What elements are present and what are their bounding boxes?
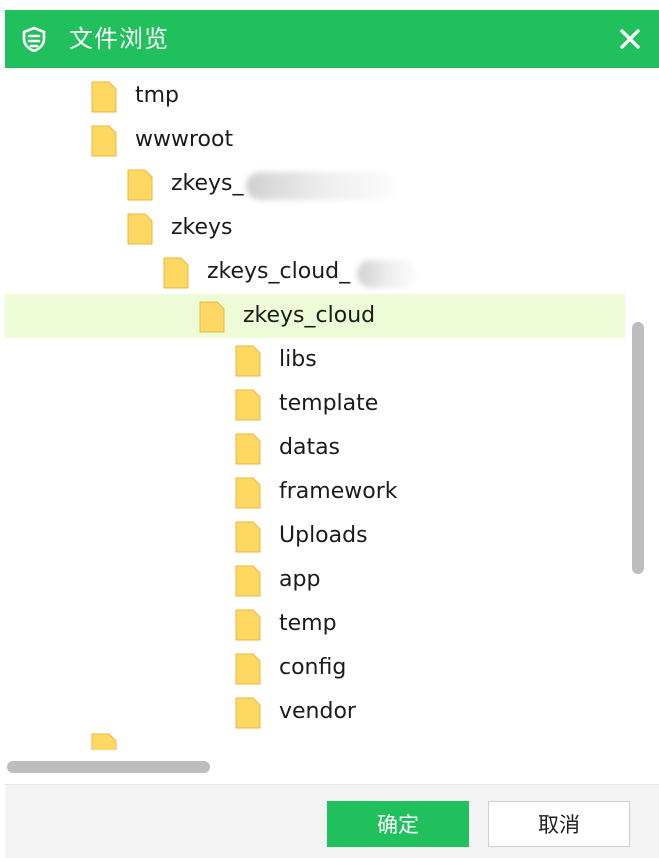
tree-row[interactable]: Uploads	[5, 514, 625, 558]
horizontal-scrollbar-thumb[interactable]	[7, 761, 210, 773]
title-bar: 文件浏览	[5, 10, 659, 68]
tree-item-label: wwwroot	[135, 127, 234, 152]
tree-row[interactable]: framework	[5, 470, 625, 514]
tree-row[interactable]: zkeys_cloud	[5, 294, 625, 338]
tree-row[interactable]: tmp	[5, 74, 625, 118]
folder-icon	[91, 81, 117, 113]
folder-icon	[235, 697, 261, 729]
tree-item-label: libs	[279, 347, 317, 372]
redacted-text	[246, 172, 396, 200]
tree-item-label: template	[279, 391, 379, 416]
tree-item-label: Uploads	[279, 523, 368, 548]
tree-row[interactable]	[5, 726, 625, 750]
tree-item-label: datas	[279, 435, 341, 460]
tree-row[interactable]: template	[5, 382, 625, 426]
tree-item-label: zkeys_cloud_	[207, 259, 351, 284]
tree-row[interactable]: libs	[5, 338, 625, 382]
folder-icon	[127, 213, 153, 245]
cancel-button[interactable]: 取消	[488, 801, 630, 847]
tree-item-label: config	[279, 655, 347, 680]
confirm-button[interactable]: 确定	[327, 801, 469, 847]
tree-item-label: framework	[279, 479, 398, 504]
tree-item-label: temp	[279, 611, 337, 636]
tree-item-label: zkeys	[171, 215, 233, 240]
folder-icon	[235, 477, 261, 509]
folder-icon	[235, 609, 261, 641]
folder-icon	[235, 345, 261, 377]
tree-row[interactable]: config	[5, 646, 625, 690]
folder-tree[interactable]: tmp wwwroot zkeys_zkeys zkeys_cloud_ zkeys_c…	[5, 74, 625, 750]
folder-icon	[91, 125, 117, 157]
tree-row[interactable]: app	[5, 558, 625, 602]
folder-icon	[91, 733, 117, 750]
folder-icon	[235, 521, 261, 553]
tree-row[interactable]: zkeys_cloud_	[5, 250, 625, 294]
tree-item-label: zkeys_	[171, 171, 244, 196]
folder-icon	[235, 389, 261, 421]
folder-icon	[235, 565, 261, 597]
vertical-scrollbar-thumb[interactable]	[632, 322, 644, 574]
folder-icon	[163, 257, 189, 289]
tree-item-label: tmp	[135, 83, 180, 108]
folder-icon	[235, 653, 261, 685]
tree-item-label: app	[279, 567, 321, 592]
close-icon[interactable]	[615, 24, 645, 54]
tree-row[interactable]: zkeys	[5, 206, 625, 250]
shield-logo-icon	[22, 26, 46, 52]
redacted-text	[357, 260, 417, 288]
tree-row[interactable]: temp	[5, 602, 625, 646]
folder-icon	[199, 301, 225, 333]
folder-icon	[235, 433, 261, 465]
tree-row[interactable]: datas	[5, 426, 625, 470]
folder-icon	[127, 169, 153, 201]
tree-row[interactable]: zkeys_	[5, 162, 625, 206]
window-title: 文件浏览	[69, 25, 169, 53]
tree-item-label: zkeys_cloud	[243, 303, 376, 328]
tree-row[interactable]: wwwroot	[5, 118, 625, 162]
dialog-footer: 确定 取消	[5, 784, 659, 858]
